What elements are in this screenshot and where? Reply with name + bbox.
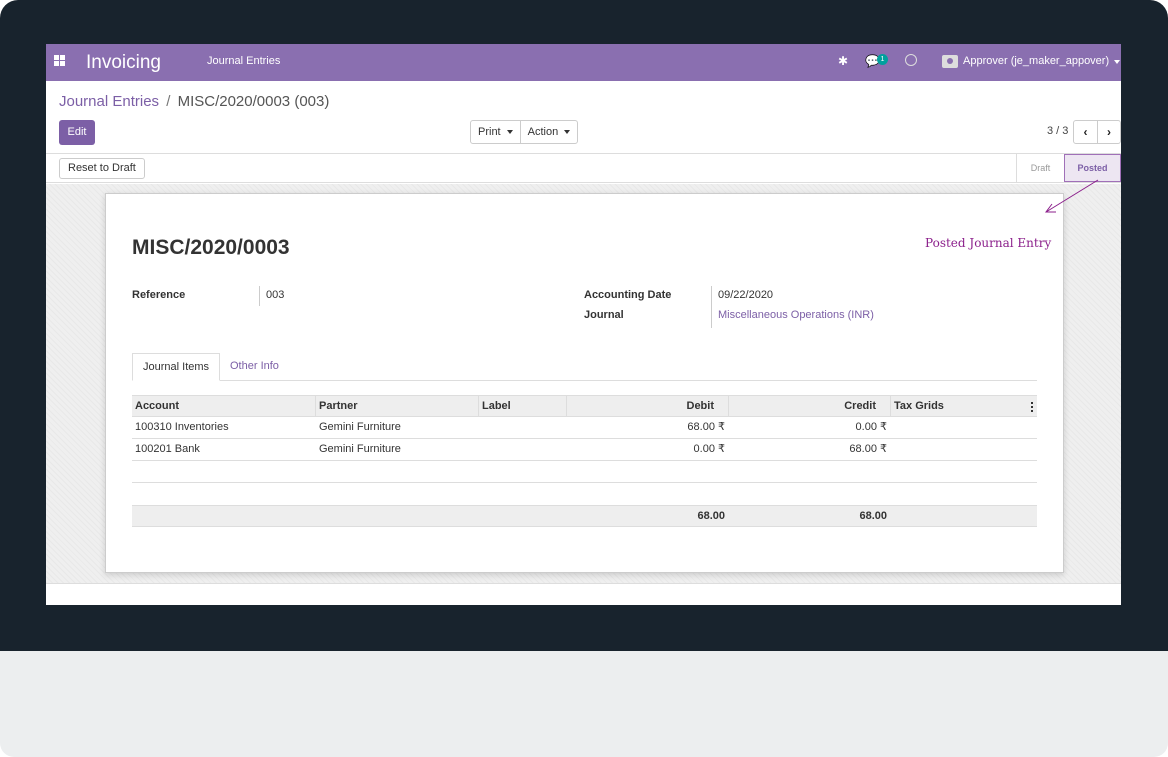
chevron-down-icon [506, 130, 513, 134]
print-action-group: Print Action [470, 120, 579, 144]
previous-record-button[interactable]: ‹ [1074, 121, 1097, 143]
status-posted[interactable]: Posted [1064, 154, 1121, 182]
chevron-down-icon [1114, 60, 1120, 64]
empty-row [132, 461, 1037, 483]
journal-link[interactable]: Miscellaneous Operations (INR) [718, 309, 874, 321]
app-screen: Invoicing Journal Entries ✱ 💬 1 Approver… [46, 44, 1121, 605]
column-partner[interactable]: Partner [319, 396, 358, 418]
tab-journal-items[interactable]: Journal Items [132, 353, 221, 381]
column-tax-grids[interactable]: Tax Grids [894, 396, 944, 418]
user-menu[interactable]: Approver (je_maker_appover) [963, 55, 1109, 67]
monitor-base [0, 651, 1168, 757]
optional-columns-icon[interactable] [1031, 402, 1033, 412]
breadcrumb-current: MISC/2020/0003 (003) [177, 93, 330, 110]
cell-account: 100310 Inventories [135, 421, 229, 433]
breadcrumb-separator: / [166, 93, 171, 110]
table-row[interactable]: 100201 Bank Gemini Furniture 0.00 ₹ 68.0… [132, 439, 1037, 461]
column-label[interactable]: Label [482, 396, 511, 418]
annotation-arrow [1045, 179, 1099, 213]
bug-icon[interactable]: ✱ [838, 54, 848, 68]
cell-debit: 0.00 ₹ [693, 443, 725, 455]
cell-credit: 68.00 ₹ [849, 443, 887, 455]
status-draft[interactable]: Draft [1016, 154, 1064, 182]
total-debit: 68.00 [697, 510, 725, 522]
apps-grid-icon[interactable] [54, 55, 67, 68]
column-divider [890, 396, 891, 417]
journal-label: Journal [584, 309, 624, 321]
notebook-tabs: Journal Items Other Info [132, 353, 1037, 381]
breadcrumb: Journal Entries / MISC/2020/0003 (003) [59, 93, 329, 110]
accounting-date-value: 09/22/2020 [718, 289, 774, 301]
journal-items-table: Account Partner Label Debit Credit Tax G… [132, 395, 1037, 527]
field-separator [259, 286, 260, 306]
reset-to-draft-button[interactable]: Reset to Draft [59, 158, 145, 179]
chevron-down-icon [564, 130, 571, 134]
empty-row [132, 483, 1037, 505]
pager-buttons: ‹ › [1073, 120, 1121, 144]
print-button[interactable]: Print [471, 121, 520, 143]
next-record-button[interactable]: › [1097, 121, 1120, 143]
posted-annotation: Posted Journal Entry [925, 236, 1052, 250]
column-divider [728, 396, 729, 417]
reference-label: Reference [132, 289, 186, 301]
table-header: Account Partner Label Debit Credit Tax G… [132, 395, 1037, 417]
total-credit: 68.00 [859, 510, 887, 522]
breadcrumb-parent[interactable]: Journal Entries [59, 93, 159, 110]
column-credit[interactable]: Credit [732, 396, 876, 418]
column-divider [566, 396, 567, 417]
app-name: Invoicing [86, 52, 161, 73]
column-divider [478, 396, 479, 417]
top-navbar: Invoicing Journal Entries ✱ 💬 1 Approver… [46, 44, 1121, 81]
status-bar: Reset to Draft Draft Posted [46, 153, 1121, 183]
print-label: Print [478, 126, 501, 138]
entry-title: MISC/2020/0003 [132, 236, 290, 259]
form-background: MISC/2020/0003 Posted Journal Entry Refe… [46, 179, 1121, 584]
cell-partner: Gemini Furniture [319, 443, 401, 455]
column-account[interactable]: Account [135, 396, 179, 418]
tab-other-info[interactable]: Other Info [220, 353, 289, 381]
cell-debit: 68.00 ₹ [687, 421, 725, 433]
accounting-date-label: Accounting Date [584, 289, 672, 301]
action-label: Action [527, 126, 559, 138]
device-frame: Invoicing Journal Entries ✱ 💬 1 Approver… [0, 0, 1168, 757]
cell-credit: 0.00 ₹ [855, 421, 887, 433]
cell-partner: Gemini Furniture [319, 421, 401, 433]
reference-value: 003 [266, 289, 285, 301]
table-totals-row: 68.00 68.00 [132, 505, 1037, 527]
menu-journal-entries[interactable]: Journal Entries [207, 55, 280, 67]
field-separator [711, 286, 712, 328]
form-sheet: MISC/2020/0003 Posted Journal Entry Refe… [105, 179, 1099, 573]
table-row[interactable]: 100310 Inventories Gemini Furniture 68.0… [132, 417, 1037, 439]
action-button[interactable]: Action [519, 121, 578, 143]
edit-button[interactable]: Edit [59, 120, 95, 145]
column-debit[interactable]: Debit [570, 396, 715, 418]
pager-counter: 3 / 3 [1047, 125, 1069, 137]
column-divider [315, 396, 316, 417]
chat-count-badge: 1 [877, 54, 888, 65]
clock-icon[interactable] [905, 54, 917, 66]
camera-icon [942, 55, 958, 68]
cell-account: 100201 Bank [135, 443, 200, 455]
